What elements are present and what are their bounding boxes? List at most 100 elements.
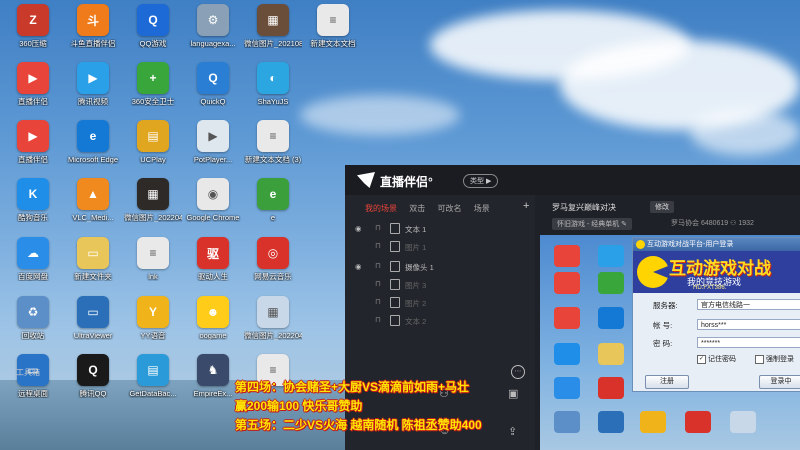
preview-icon bbox=[554, 272, 580, 294]
desktop-icon[interactable]: 斗斗鱼直播伴侣 bbox=[64, 4, 122, 60]
desktop-icon[interactable]: ♻ 回收站 bbox=[4, 296, 62, 352]
preview-icon bbox=[554, 411, 580, 433]
desktop-icon[interactable]: ▭ 新建文件夹 bbox=[64, 237, 122, 293]
desktop-icon[interactable]: ▶ 直播伴侣 bbox=[4, 62, 62, 118]
desktop-icon-label: Google Chrome bbox=[186, 213, 240, 222]
match-overlay-line-1: 第四场：协会赌圣+大厨VS滴滴前如雨+马壮 bbox=[235, 380, 470, 394]
add-scene-icon[interactable]: + bbox=[523, 200, 529, 212]
share-icon[interactable]: ⇪ bbox=[508, 425, 517, 438]
login-button[interactable]: 登录中 bbox=[759, 375, 800, 389]
eye-icon[interactable]: ◉ bbox=[355, 262, 362, 271]
lock-icon[interactable]: ⊓ bbox=[375, 279, 381, 288]
desktop-icon[interactable]: ☁ 百度网盘 bbox=[4, 237, 62, 293]
desktop-icon[interactable]: ▦ 微信图片_2022040... bbox=[244, 296, 302, 352]
layer-row[interactable]: ⊓ 文本 2 bbox=[355, 315, 525, 329]
app-e-icon: e bbox=[257, 178, 289, 210]
desktop-icon-label: lnk bbox=[148, 272, 158, 281]
live-companion-icon: ▶ bbox=[17, 62, 49, 94]
desktop-icon-label: Microsoft Edge bbox=[67, 155, 119, 164]
desktop-icon[interactable]: ♞ EmpireEx... bbox=[184, 354, 242, 410]
desktop-icon[interactable]: 驱驱动人生 bbox=[184, 237, 242, 293]
qq-icon: Q bbox=[77, 354, 109, 386]
preview-icon bbox=[598, 377, 624, 399]
desktop-icon[interactable]: ◉ Google Chrome bbox=[184, 178, 242, 234]
register-button[interactable]: 注册 bbox=[645, 375, 689, 389]
desktop-icon[interactable]: ▲ VLC_Medi... bbox=[64, 178, 122, 234]
desktop-icon[interactable]: Z 360压缩 bbox=[4, 4, 62, 60]
douyu-icon: 斗 bbox=[77, 4, 109, 36]
desktop-icon[interactable]: Q QuickQ bbox=[184, 62, 242, 118]
server-label: 服务器: bbox=[653, 301, 678, 310]
eye-icon[interactable]: ◉ bbox=[355, 224, 362, 233]
tab-double-click[interactable]: 双击 bbox=[409, 203, 425, 214]
desktop-icon[interactable]: ⚙ languagexa... bbox=[184, 4, 242, 60]
desktop-icon[interactable]: Y YY语音 bbox=[124, 296, 182, 352]
layer-type-icon bbox=[390, 315, 400, 326]
lock-icon[interactable]: ⊓ bbox=[375, 261, 381, 270]
remember-password-checkbox[interactable]: ✓ 记住密码 bbox=[697, 354, 736, 364]
desktop-icon-label: 酷狗音乐 bbox=[18, 213, 48, 222]
desktop-icon[interactable]: ▶ 腾讯视频 bbox=[64, 62, 122, 118]
desktop-icon[interactable]: ▤ GetDataBac... bbox=[124, 354, 182, 410]
potplayer-icon: ▶ bbox=[197, 120, 229, 152]
force-login-label: 强制登录 bbox=[766, 356, 794, 363]
desktop-icon[interactable]: ▦ 微信图片_2021080... bbox=[244, 4, 302, 60]
layer-row[interactable]: ⊓ 图片 3 bbox=[355, 279, 525, 293]
desktop-icon[interactable]: ☻ oogame bbox=[184, 296, 242, 352]
preview-icon bbox=[730, 411, 756, 433]
server-select[interactable]: 官方电信线路一 bbox=[697, 299, 800, 310]
layer-row[interactable]: ⊓ 图片 2 bbox=[355, 297, 525, 311]
preview-icon bbox=[598, 307, 624, 329]
layer-type-icon bbox=[390, 279, 400, 290]
more-icon[interactable]: ⋯ bbox=[511, 365, 525, 379]
desktop-icon[interactable]: ◐ ShaYuJS bbox=[244, 62, 302, 118]
desktop-icon[interactable]: K 酷狗音乐 bbox=[4, 178, 62, 234]
layer-row[interactable]: ⊓ 图片 1 bbox=[355, 241, 525, 255]
desktop-icon[interactable]: ▦ 微信图片_2022040... bbox=[124, 178, 182, 234]
gift-icon[interactable]: ▣ bbox=[508, 387, 518, 400]
desktop-icon[interactable]: ▶ PotPlayer... bbox=[184, 120, 242, 176]
desktop-icon[interactable]: ≡ 新建文本文档 (3) bbox=[244, 120, 302, 176]
desktop-icon[interactable]: ▶ 直播伴侣 bbox=[4, 120, 62, 176]
desktop-icon-label: 360压缩 bbox=[19, 39, 47, 48]
game-category-tag[interactable]: 怀旧游戏 - 经典单机 ✎ bbox=[552, 218, 633, 230]
layer-type-icon bbox=[390, 297, 400, 308]
desktop-icon-label: 远程桌面 bbox=[18, 389, 48, 398]
force-login-checkbox[interactable]: 强制登录 bbox=[755, 354, 794, 364]
desktop-icon-label: GetDataBac... bbox=[129, 389, 177, 398]
account-input[interactable]: horss*** bbox=[697, 319, 800, 330]
desktop-icon[interactable]: ▭ UltraViewer bbox=[64, 296, 122, 352]
tab-scene[interactable]: 场景 bbox=[474, 203, 490, 214]
desktop-icon[interactable]: ▤ UCPlay bbox=[124, 120, 182, 176]
password-input[interactable]: ******* bbox=[697, 337, 800, 348]
desktop-icon-label: 360安全卫士 bbox=[131, 97, 175, 106]
lock-icon[interactable]: ⊓ bbox=[375, 297, 381, 306]
desktop-icon[interactable]: ≡ 新建文本文档 bbox=[304, 4, 362, 60]
desktop-icon-label: 微信图片_2022040... bbox=[244, 331, 302, 340]
desktop-icon-label: VLC_Medi... bbox=[72, 213, 114, 222]
layer-row[interactable]: ◉ ⊓ 摄像头 1 bbox=[355, 261, 525, 275]
layer-row[interactable]: ◉ ⊓ 文本 1 bbox=[355, 223, 525, 237]
desktop-icon[interactable]: e Microsoft Edge bbox=[64, 120, 122, 176]
tab-my-scenes[interactable]: 我的场景 bbox=[365, 203, 397, 214]
lock-icon[interactable]: ⊓ bbox=[375, 223, 381, 232]
desktop-icon[interactable]: ◎ 网易云音乐 bbox=[244, 237, 302, 293]
desktop-icon[interactable]: +360安全卫士 bbox=[124, 62, 182, 118]
desktop-icon[interactable]: ▭ 远程桌面 bbox=[4, 354, 62, 410]
edit-button[interactable]: 修改 bbox=[650, 201, 674, 213]
preview-icon bbox=[598, 411, 624, 433]
preview-icon bbox=[640, 411, 666, 433]
lock-icon[interactable]: ⊓ bbox=[375, 315, 381, 324]
layer-name: 文本 2 bbox=[405, 317, 427, 326]
desktop-icon[interactable]: Q QQ游戏 bbox=[124, 4, 182, 60]
dialog-title: 互动游戏对战平台-用户登录 bbox=[633, 238, 800, 251]
pacman-logo-icon bbox=[637, 256, 669, 288]
desktop-icon[interactable]: ≡ lnk bbox=[124, 237, 182, 293]
tab-rename[interactable]: 可改名 bbox=[437, 203, 461, 214]
type-button[interactable]: 类型 ▶ bbox=[463, 174, 499, 188]
desktop-icon[interactable]: Q 腾讯QQ bbox=[64, 354, 122, 410]
desktop-icon[interactable]: ee bbox=[244, 178, 302, 234]
text-file-icon: ≡ bbox=[317, 4, 349, 36]
lock-icon[interactable]: ⊓ bbox=[375, 241, 381, 250]
shortcut-file-icon: ≡ bbox=[137, 237, 169, 269]
